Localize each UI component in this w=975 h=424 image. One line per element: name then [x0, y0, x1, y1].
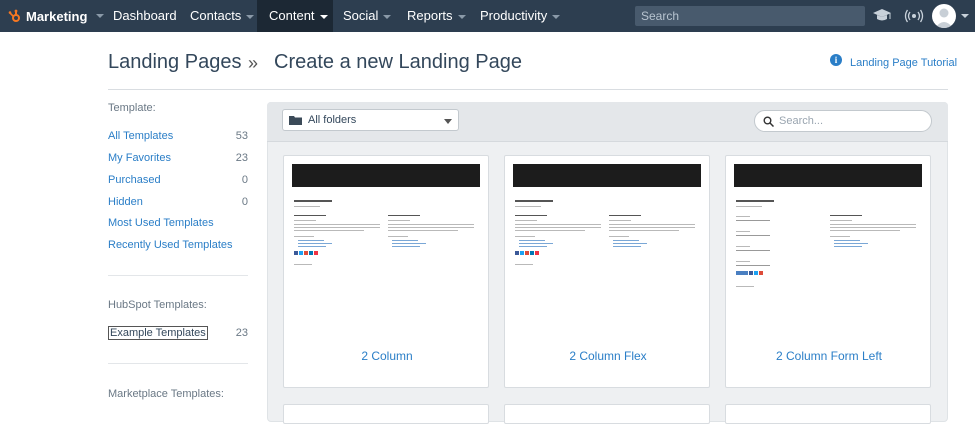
- hubspot-templates-heading: HubSpot Templates:: [108, 299, 207, 311]
- chevron-down-icon: [319, 14, 328, 19]
- template-card[interactable]: [504, 404, 710, 424]
- notifications-broadcast-icon[interactable]: [904, 8, 924, 24]
- nav-content-label: Content: [269, 8, 315, 23]
- template-search-input[interactable]: Search...: [754, 110, 932, 132]
- sidebar-divider: [108, 363, 248, 364]
- info-icon: i: [830, 54, 842, 66]
- template-card-2-column-flex[interactable]: 2 Column Flex: [504, 155, 710, 388]
- template-search-placeholder: Search...: [779, 115, 824, 127]
- nav-reports[interactable]: Reports: [395, 0, 478, 32]
- nav-productivity[interactable]: Productivity: [468, 0, 572, 32]
- folder-select-value: All folders: [308, 114, 357, 126]
- nav-contacts[interactable]: Contacts: [178, 0, 266, 32]
- user-silhouette-icon: [935, 8, 953, 28]
- sidebar-divider: [108, 275, 248, 276]
- count-my-favorites: 23: [235, 152, 248, 164]
- user-avatar[interactable]: [932, 4, 956, 28]
- chevron-down-icon[interactable]: [961, 14, 969, 18]
- count-example-templates: 23: [235, 327, 248, 339]
- chevron-down-icon: [457, 14, 466, 19]
- template-thumbnail: [292, 164, 480, 294]
- template-card-label: 2 Column: [361, 349, 413, 363]
- chevron-down-icon: [444, 119, 452, 124]
- academy-graduation-cap-icon[interactable]: [872, 8, 892, 24]
- template-thumbnail: [734, 164, 922, 294]
- template-card[interactable]: [283, 404, 489, 424]
- header-divider: [108, 89, 948, 90]
- nav-productivity-label: Productivity: [480, 8, 548, 23]
- folder-select[interactable]: All folders: [282, 109, 459, 131]
- template-card[interactable]: [725, 404, 931, 424]
- brand-menu[interactable]: Marketing: [8, 0, 105, 32]
- landing-page-tutorial-link[interactable]: Landing Page Tutorial: [850, 57, 957, 69]
- count-hidden: 0: [241, 196, 248, 208]
- template-card-label: 2 Column Flex: [569, 349, 647, 363]
- chevron-down-icon: [552, 14, 561, 19]
- marketplace-templates-heading: Marketplace Templates:: [108, 388, 224, 400]
- template-thumbnail: [513, 164, 701, 294]
- nav-social-label: Social: [343, 8, 379, 23]
- global-search-input[interactable]: [635, 6, 865, 26]
- nav-dashboard[interactable]: Dashboard: [101, 0, 189, 32]
- nav-reports-label: Reports: [407, 8, 453, 23]
- template-heading: Template:: [108, 102, 156, 114]
- breadcrumb-landing-pages[interactable]: Landing Pages: [108, 51, 241, 74]
- hubspot-sprocket-icon: [8, 9, 20, 22]
- template-card-2-column[interactable]: 2 Column: [283, 155, 489, 388]
- nav-social[interactable]: Social: [331, 0, 403, 32]
- folder-icon: [289, 116, 302, 125]
- count-all-templates: 53: [235, 130, 248, 142]
- chevron-down-icon: [383, 14, 392, 19]
- page-title: Create a new Landing Page: [274, 51, 522, 73]
- chevron-down-icon: [246, 14, 255, 19]
- breadcrumb-separator: »: [248, 53, 259, 73]
- nav-dashboard-label: Dashboard: [113, 8, 177, 23]
- search-icon: [763, 116, 774, 127]
- template-card-2-column-form-left[interactable]: 2 Column Form Left: [725, 155, 931, 388]
- top-nav-bar: Marketing Dashboard Contacts Content Soc…: [0, 0, 975, 32]
- nav-content[interactable]: Content: [257, 0, 333, 32]
- sidebar-item-recently-used[interactable]: Recently Used Templates: [108, 239, 248, 251]
- template-card-label: 2 Column Form Left: [775, 349, 883, 363]
- brand-label: Marketing: [26, 8, 88, 24]
- count-purchased: 0: [241, 174, 248, 186]
- sidebar-item-most-used[interactable]: Most Used Templates: [108, 217, 248, 229]
- nav-contacts-label: Contacts: [190, 8, 242, 23]
- sidebar-item-example-templates[interactable]: Example Templates: [108, 326, 208, 340]
